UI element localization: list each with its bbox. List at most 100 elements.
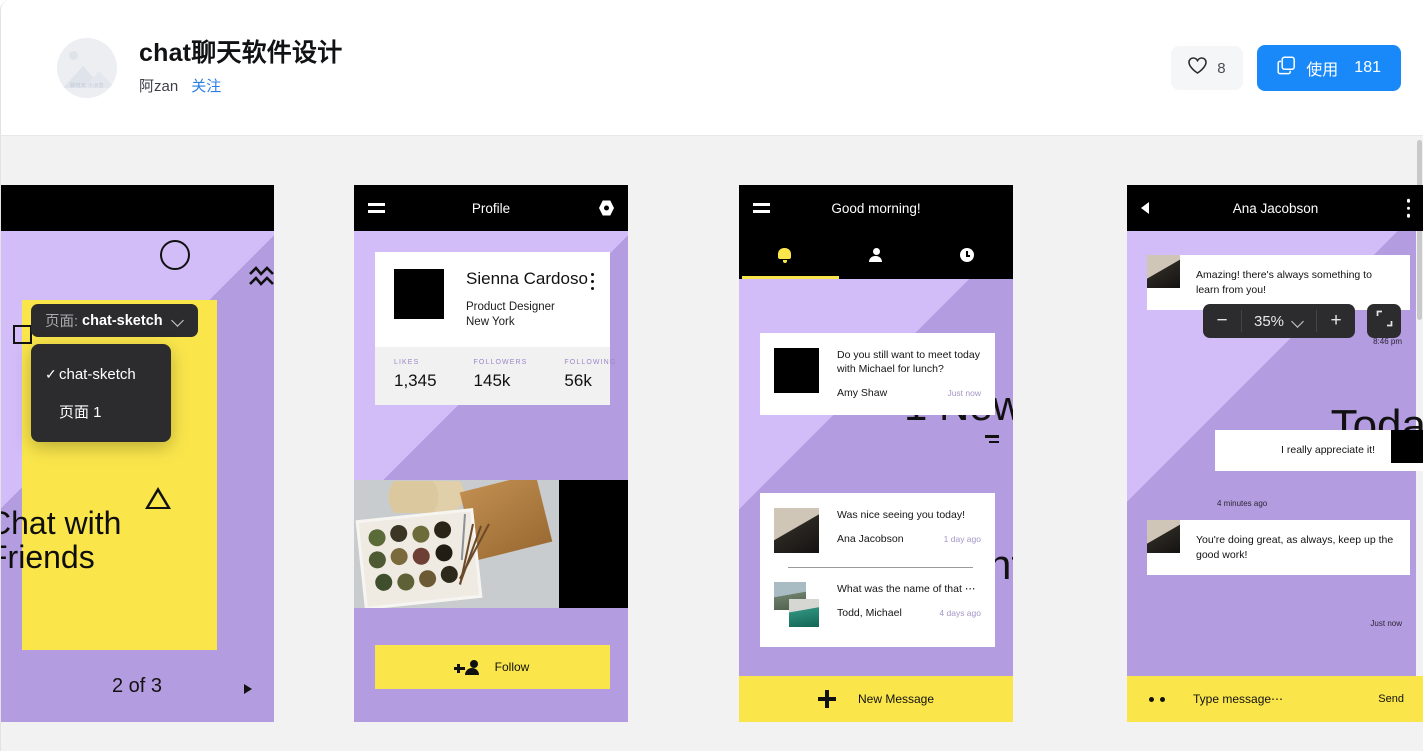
app-root: 聊时天.小淡音 chat聊天软件设计 阿zan 关注 8 使用 181 Chat… <box>0 0 1423 751</box>
triangle-outline-icon <box>145 487 171 509</box>
artboard-profile[interactable]: Profile Sienna Cardoso Product Designer … <box>354 185 628 722</box>
chat-input-bar[interactable]: Type message⋯ Send <box>1127 676 1423 722</box>
stat-likes-value: 1,345 <box>394 371 437 390</box>
tab-contacts[interactable] <box>830 248 921 262</box>
onboarding-title: Chat with Friends <box>1 506 121 575</box>
chat-bubble-text: Amazing! there's always something to lea… <box>1196 269 1372 296</box>
list-item[interactable]: Was nice seeing you today! Ana Jacobson … <box>774 508 981 553</box>
profile-name: Sienna Cardoso <box>466 269 588 288</box>
equalizer-icon[interactable] <box>985 435 999 446</box>
onboarding-title-line2: Friends <box>1 538 95 575</box>
profile-location: New York <box>466 316 515 328</box>
message-avatar <box>774 508 819 553</box>
artboard-chat[interactable]: Ana Jacobson Amazing! there's always som… <box>1127 185 1423 722</box>
list-divider <box>788 567 973 568</box>
more-vertical-icon[interactable] <box>1406 198 1410 218</box>
page-selector-value: chat-sketch <box>82 312 163 329</box>
author-name: 阿zan <box>139 78 179 95</box>
message-time: Just now <box>947 388 981 398</box>
profile-info: Sienna Cardoso Product Designer New York <box>466 269 591 328</box>
stat-following-value: 56k <box>564 371 592 390</box>
bell-icon <box>778 248 792 263</box>
fit-screen-button[interactable] <box>1367 304 1401 338</box>
stat-followers-label: FOLLOWERS <box>473 359 528 366</box>
tab-history[interactable] <box>922 248 1013 262</box>
page-menu-item-label: chat-sketch <box>59 366 136 383</box>
author-avatar[interactable]: 聊时天.小淡音 <box>57 38 117 98</box>
new-message-label: New Message <box>857 692 935 706</box>
page-menu-item-chat-sketch[interactable]: ✓ chat-sketch <box>31 356 171 393</box>
play-arrow-icon[interactable] <box>244 684 252 694</box>
message-sender: Amy Shaw <box>837 387 888 399</box>
status-bar-onboarding <box>1 185 274 231</box>
hamburger-icon[interactable] <box>753 203 770 213</box>
stat-followers: FOLLOWERS 145k <box>474 359 528 391</box>
hexagon-dot-icon[interactable] <box>599 200 614 216</box>
zoom-out-button[interactable]: − <box>1203 304 1241 338</box>
follow-author-link[interactable]: 关注 <box>191 75 221 96</box>
profile-photo <box>394 269 444 319</box>
onboarding-pager: 2 of 3 <box>111 675 163 697</box>
copy-icon <box>1277 56 1296 80</box>
message-avatar-stack <box>774 582 819 627</box>
tab-active-indicator <box>742 276 839 279</box>
message-text: Was nice seeing you today! <box>837 509 966 521</box>
nav-title-messages: Good morning! <box>831 200 921 216</box>
list-item[interactable]: What was the name of that ⋯ Todd, Michae… <box>774 582 981 627</box>
recent-list: Was nice seeing you today! Ana Jacobson … <box>760 493 995 647</box>
use-label: 使用 <box>1306 62 1339 79</box>
page-selector-prefix: 页面: <box>45 314 79 330</box>
chat-bubble-text: You're doing great, as always, keep up t… <box>1196 534 1394 561</box>
profile-card: Sienna Cardoso Product Designer New York… <box>375 252 615 405</box>
square-outline-icon <box>13 325 32 344</box>
check-icon: ✓ <box>45 366 57 382</box>
new-message-button[interactable]: New Message <box>739 676 1013 722</box>
zoom-in-button[interactable]: + <box>1317 304 1355 338</box>
artboard-messages[interactable]: Good morning! 1 New Do y <box>739 185 1013 722</box>
design-canvas[interactable]: Chat with Friends 2 of 3 Profile Sienna … <box>0 136 1423 751</box>
stat-likes-label: LIKES <box>394 359 420 366</box>
follow-button[interactable]: Follow <box>375 645 610 689</box>
gallery-photo-food <box>354 480 559 608</box>
hamburger-icon[interactable] <box>368 203 385 213</box>
nav-title-chat: Ana Jacobson <box>1232 200 1319 216</box>
chat-bubble-time: 8:46 pm <box>1373 337 1402 346</box>
like-button[interactable]: 8 <box>1171 46 1244 90</box>
send-button[interactable]: Send <box>1378 693 1404 705</box>
zoom-level-selector[interactable]: 35% <box>1242 304 1316 338</box>
page-menu-item-page-1[interactable]: 页面 1 <box>31 393 171 430</box>
author-row: 阿zan 关注 <box>139 75 342 96</box>
message-time: 4 days ago <box>939 608 981 618</box>
artboard-onboarding[interactable]: Chat with Friends 2 of 3 <box>1 185 274 722</box>
nav-bar-messages: Good morning! <box>739 185 1013 231</box>
message-input[interactable]: Type message⋯ <box>1193 692 1283 706</box>
use-template-button[interactable]: 使用 181 <box>1257 45 1401 91</box>
message-card-new[interactable]: Do you still want to meet today with Mic… <box>760 333 995 415</box>
like-count: 8 <box>1217 59 1226 77</box>
gallery-photo-placeholder <box>559 480 628 608</box>
zoom-controls: − 35% + <box>1203 304 1355 338</box>
message-text: What was the name of that ⋯ <box>837 583 976 595</box>
plus-icon <box>817 690 836 708</box>
chat-bubble-incoming: Amazing! there's always something to lea… <box>1147 255 1410 310</box>
message-body: Do you still want to meet today with Mic… <box>837 348 981 399</box>
tab-notifications[interactable] <box>739 248 830 263</box>
avatar-photo-2 <box>789 599 819 627</box>
back-arrow-icon[interactable] <box>1141 202 1149 214</box>
stat-following-label: FOLLOWING <box>564 359 617 366</box>
nav-bar-profile: Profile <box>354 185 628 231</box>
header-info: 聊时天.小淡音 chat聊天软件设计 阿zan 关注 <box>57 36 342 98</box>
nav-bar-chat: Ana Jacobson <box>1127 185 1423 231</box>
page-selector[interactable]: 页面: chat-sketch <box>31 304 198 337</box>
person-icon <box>869 248 883 262</box>
page-header: 聊时天.小淡音 chat聊天软件设计 阿zan 关注 8 使用 181 <box>0 0 1423 136</box>
more-vertical-icon[interactable] <box>591 269 594 328</box>
use-count: 181 <box>1354 59 1381 76</box>
circle-outline-icon <box>160 240 190 270</box>
dots-icon[interactable] <box>1149 696 1165 702</box>
avatar-sun-icon <box>69 51 78 60</box>
profile-role: Product Designer <box>466 301 555 313</box>
stat-following: FOLLOWING 56k <box>564 359 616 391</box>
page-selector-menu[interactable]: ✓ chat-sketch 页面 1 <box>31 344 171 442</box>
chevron-down-icon <box>173 315 184 326</box>
